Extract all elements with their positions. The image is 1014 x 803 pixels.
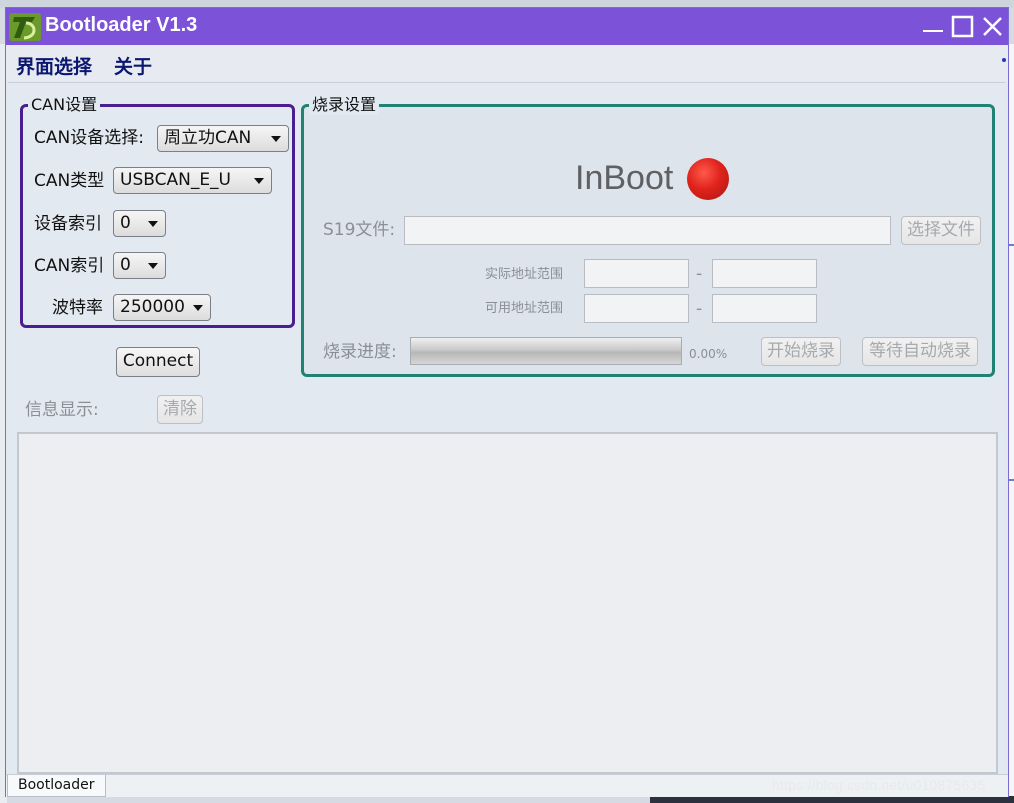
can-index-value: 0	[120, 255, 131, 275]
status-tab-bootloader[interactable]: Bootloader	[7, 775, 106, 797]
can-device-select-label: CAN设备选择:	[34, 128, 144, 148]
start-burn-button[interactable]: 开始烧录	[761, 337, 841, 366]
s19-file-label: S19文件:	[323, 220, 396, 240]
available-range-end-field[interactable]	[712, 294, 817, 323]
burn-progress-bar	[410, 337, 682, 365]
clear-button[interactable]: 清除	[157, 395, 203, 424]
burn-group-title: 烧录设置	[309, 95, 380, 115]
title-bar[interactable]: Bootloader V1.3	[6, 8, 1008, 45]
chevron-down-icon	[148, 221, 158, 227]
watermark-text: https://blog.csdn.net/u010875635	[772, 777, 986, 793]
available-range-separator: -	[696, 299, 703, 319]
actual-range-end-field[interactable]	[712, 259, 817, 288]
minimize-button[interactable]	[920, 14, 946, 40]
menu-overflow-dot	[1002, 58, 1006, 62]
device-index-select[interactable]: 0	[113, 210, 166, 237]
info-display-label: 信息显示:	[25, 400, 99, 420]
menu-about[interactable]: 关于	[114, 52, 152, 79]
main-content: CAN设置 CAN设备选择: 周立功CAN CAN类型 USBCAN_E_U 设…	[8, 82, 1005, 775]
s19-file-path-field[interactable]	[404, 216, 891, 245]
chevron-down-icon	[148, 263, 158, 269]
menu-interface-select[interactable]: 界面选择	[16, 52, 92, 79]
burn-progress-label: 烧录进度:	[323, 342, 397, 362]
app-logo-icon	[9, 13, 41, 41]
can-index-select[interactable]: 0	[113, 252, 166, 279]
chevron-down-icon	[271, 136, 281, 142]
burn-progress-percent: 0.00%	[689, 347, 728, 361]
device-index-value: 0	[120, 213, 131, 233]
can-type-label: CAN类型	[34, 171, 105, 191]
window-title: Bootloader V1.3	[45, 14, 198, 36]
desktop-bottom-strip	[650, 796, 1014, 803]
actual-range-separator: -	[696, 264, 703, 284]
minimize-icon	[923, 30, 943, 32]
can-device-select[interactable]: 周立功CAN	[157, 125, 289, 152]
wait-auto-burn-button[interactable]: 等待自动烧录	[862, 337, 978, 366]
maximize-icon	[951, 15, 974, 38]
inboot-brand: InBoot	[575, 159, 674, 197]
actual-range-label: 实际地址范围	[485, 267, 564, 282]
baud-rate-select[interactable]: 250000	[113, 294, 211, 321]
can-type-value: USBCAN_E_U	[120, 170, 231, 190]
close-icon	[983, 17, 1002, 36]
available-range-label: 可用地址范围	[485, 301, 564, 316]
actual-range-start-field[interactable]	[584, 259, 689, 288]
baud-rate-value: 250000	[120, 297, 185, 317]
info-log-area[interactable]	[17, 432, 998, 774]
select-file-button[interactable]: 选择文件	[901, 216, 981, 245]
can-type-select[interactable]: USBCAN_E_U	[113, 167, 272, 194]
can-index-label: CAN索引	[34, 256, 105, 276]
can-group-title: CAN设置	[28, 95, 101, 115]
close-button[interactable]	[980, 14, 1006, 40]
status-led-icon	[687, 158, 729, 200]
maximize-button[interactable]	[950, 14, 976, 40]
connect-button[interactable]: Connect	[116, 347, 200, 377]
can-device-select-value: 周立功CAN	[164, 128, 252, 148]
bootloader-window: Bootloader V1.3 界面选择 关于 CAN设置 CAN设备选择: 周…	[5, 7, 1009, 797]
chevron-down-icon	[254, 178, 264, 184]
device-index-label: 设备索引	[34, 214, 102, 234]
chevron-down-icon	[193, 305, 203, 311]
available-range-start-field[interactable]	[584, 294, 689, 323]
baud-rate-label: 波特率	[52, 298, 103, 318]
menu-bar: 界面选择 关于	[6, 45, 1008, 81]
